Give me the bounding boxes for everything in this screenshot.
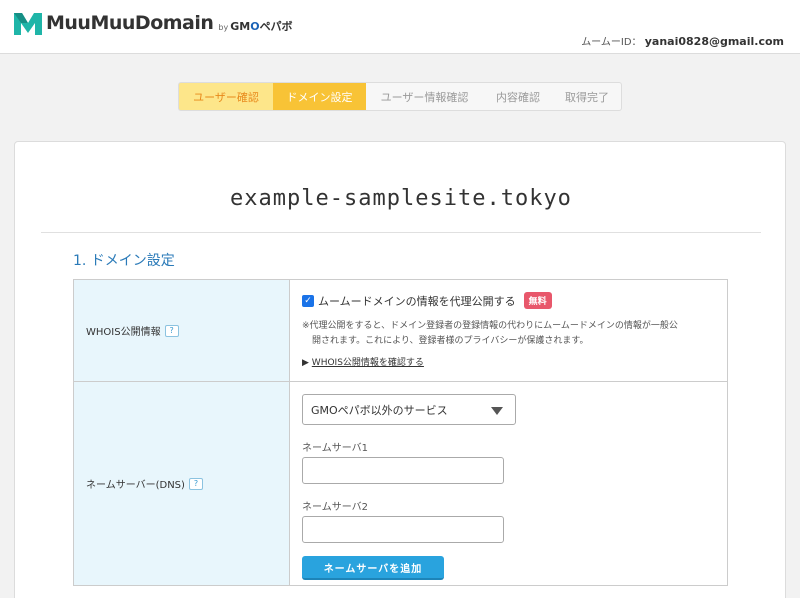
user-id-display: ムームーID： yanai0828@gmail.com [581, 33, 784, 48]
dns-row: ネームサーバー(DNS) ? GMOペパボ以外のサービス ネームサーバ1 ネーム… [74, 382, 727, 585]
ns2-label: ネームサーバ2 [302, 502, 368, 513]
step-complete: 取得完了 [553, 82, 622, 111]
step-label: 取得完了 [565, 90, 609, 104]
whois-note-line: 開されます。これにより、登録者様のプライバシーが保護されます。 [312, 336, 589, 346]
main-card: example-samplesite.tokyo 1. ドメイン設定 WHOIS… [14, 141, 786, 598]
user-id-value: yanai0828@gmail.com [644, 35, 784, 48]
step-user-confirm: ユーザー確認 [178, 82, 273, 111]
dns-service-selected: GMOペパボ以外のサービス [311, 403, 448, 417]
gmo-o: O [250, 20, 260, 33]
ns1-input[interactable] [302, 457, 504, 484]
whois-value-cell: ✓ ムームードメインの情報を代理公開する 無料 ※代理公開をすると、ドメイン登録… [290, 280, 727, 381]
whois-label-cell: WHOIS公開情報 ? [74, 280, 290, 381]
help-icon[interactable]: ? [188, 477, 203, 490]
gmo-logo: GMOペパボ [230, 18, 292, 34]
help-icon[interactable]: ? [164, 324, 179, 337]
ns2-input[interactable] [302, 516, 504, 543]
section-title: 1. ドメイン設定 [73, 253, 175, 269]
whois-row: WHOIS公開情報 ? ✓ ムームードメインの情報を代理公開する 無料 ※代理公… [74, 280, 727, 382]
step-label: ドメイン設定 [286, 90, 353, 104]
whois-info-link[interactable]: ▶ WHOIS公開情報を確認する [302, 355, 715, 368]
whois-note-line: ※代理公開をすると、ドメイン登録者の登録情報の代わりにムームードメインの情報が一… [302, 321, 678, 331]
brand-logo[interactable]: MuuMuuDomain by GMOペパボ [14, 10, 293, 36]
domain-title: example-samplesite.tokyo [230, 186, 572, 211]
gmo-prefix: GM [230, 20, 251, 33]
progress-steps: ユーザー確認 ドメイン設定 ユーザー情報確認 内容確認 取得完了 [178, 82, 622, 111]
user-id-label: ムームーID： [581, 37, 642, 48]
step-label: 内容確認 [496, 90, 540, 104]
step-label: ユーザー情報確認 [380, 90, 469, 104]
triangle-right-icon: ▶ [302, 358, 309, 368]
step-content-confirm: 内容確認 [483, 82, 553, 111]
brand-by: by [218, 22, 229, 32]
divider [41, 232, 761, 233]
muumuu-logo-icon [14, 13, 42, 35]
dns-value-cell: GMOペパボ以外のサービス ネームサーバ1 ネームサーバ2 ネームサーバを追加 [290, 382, 727, 585]
page-header: MuuMuuDomain by GMOペパボ ムームーID： yanai0828… [0, 0, 800, 54]
dns-label: ネームサーバー(DNS) [86, 480, 185, 491]
ns1-label: ネームサーバ1 [302, 443, 368, 454]
step-label: ユーザー確認 [193, 90, 259, 104]
dns-service-select[interactable]: GMOペパボ以外のサービス [302, 394, 516, 425]
gmo-suffix: ペパボ [259, 20, 293, 33]
step-user-info-confirm: ユーザー情報確認 [366, 82, 483, 111]
brand-name: MuuMuuDomain [46, 12, 214, 34]
settings-table: WHOIS公開情報 ? ✓ ムームードメインの情報を代理公開する 無料 ※代理公… [73, 279, 728, 586]
whois-proxy-label[interactable]: ムームードメインの情報を代理公開する [318, 293, 516, 309]
dns-label-cell: ネームサーバー(DNS) ? [74, 382, 290, 585]
whois-info-link-text[interactable]: WHOIS公開情報を確認する [312, 358, 424, 368]
whois-note: ※代理公開をすると、ドメイン登録者の登録情報の代わりにムームードメインの情報が一… [302, 319, 715, 349]
free-badge: 無料 [523, 292, 552, 309]
whois-label: WHOIS公開情報 [86, 327, 161, 338]
whois-proxy-checkbox[interactable]: ✓ [302, 294, 314, 307]
whois-proxy-option: ✓ ムームードメインの情報を代理公開する 無料 [302, 292, 715, 309]
add-nameserver-button[interactable]: ネームサーバを追加 [302, 556, 444, 580]
caret-down-icon [491, 407, 503, 415]
step-domain-settings: ドメイン設定 [273, 82, 366, 111]
